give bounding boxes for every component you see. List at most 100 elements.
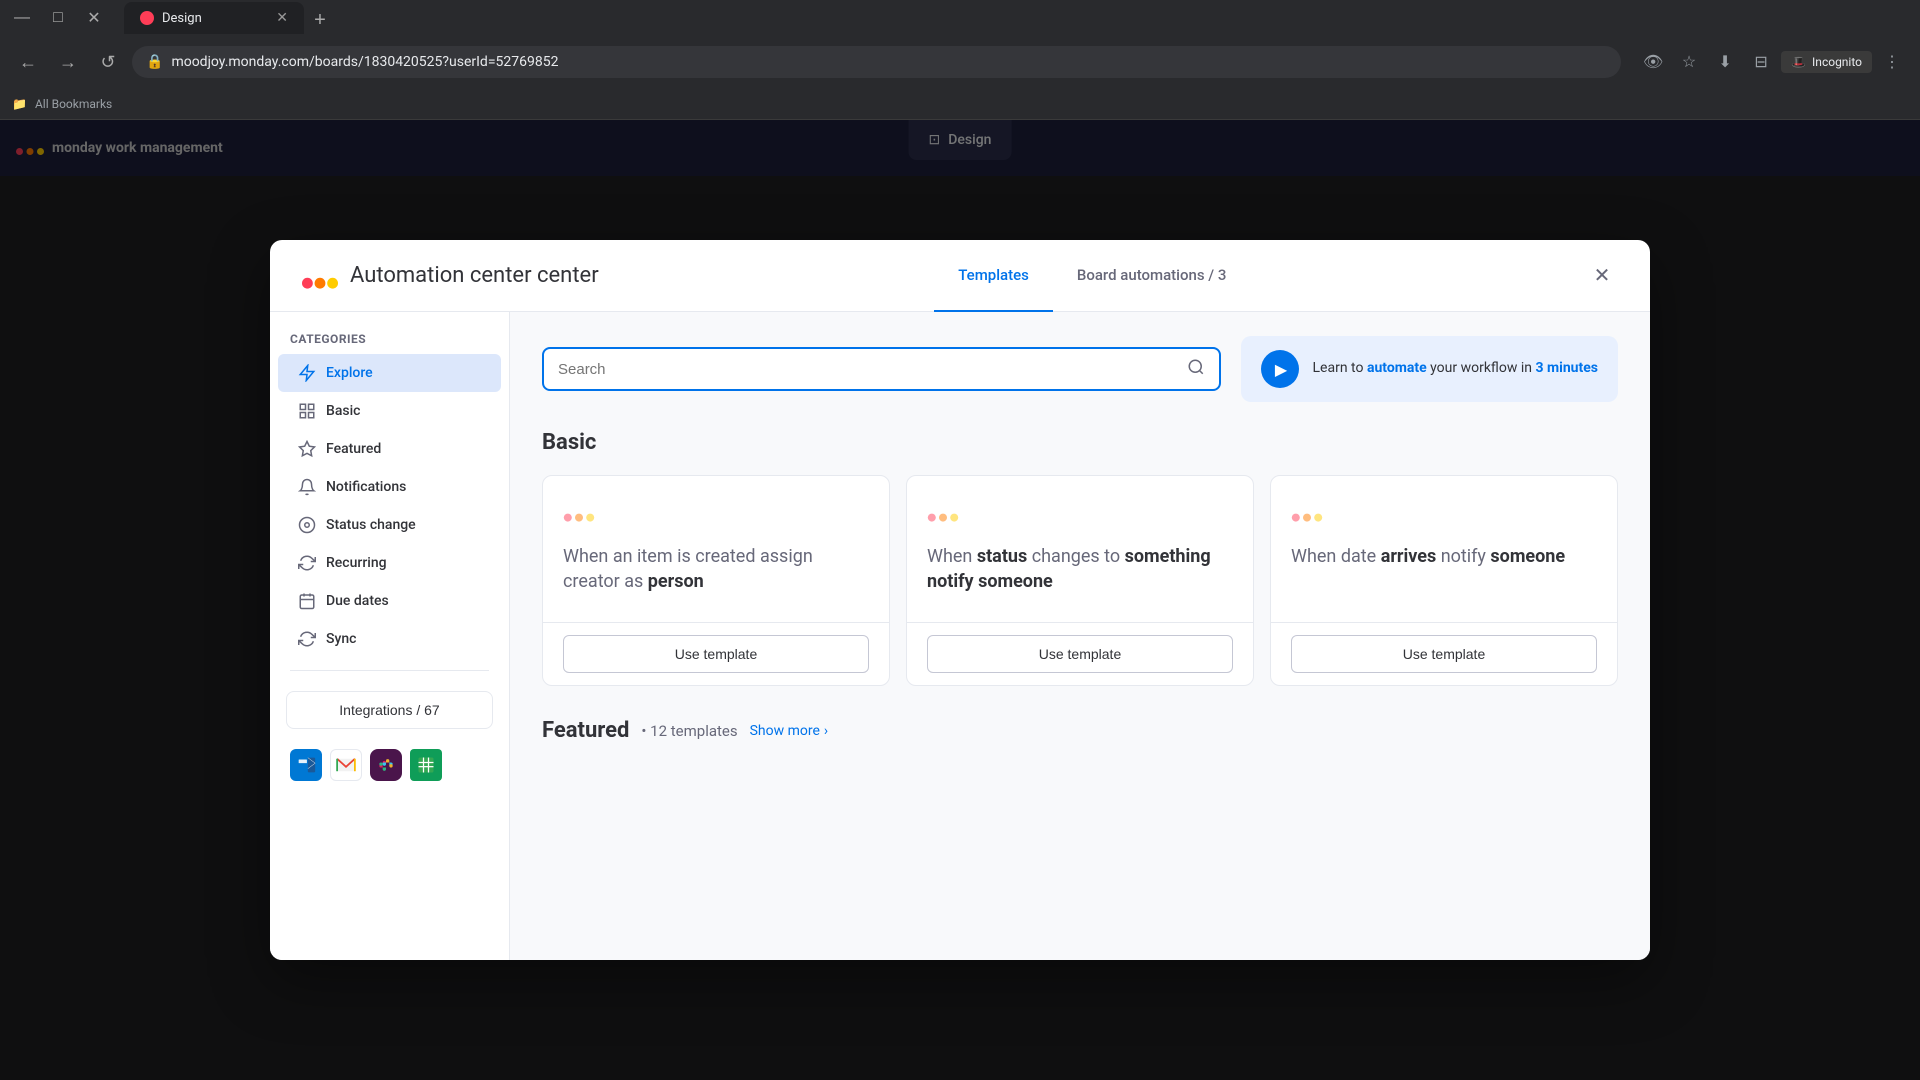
play-button[interactable]: ▶ <box>1261 350 1299 388</box>
basic-icon <box>298 402 316 420</box>
back-button[interactable]: ← <box>12 46 44 78</box>
card-logo-1 <box>563 496 595 528</box>
sidebar-item-basic[interactable]: Basic <box>278 392 501 430</box>
sidebar: Categories Explore <box>270 312 510 960</box>
bookmarks-label: All Bookmarks <box>35 97 112 111</box>
sidebar-item-sync[interactable]: Sync <box>278 620 501 658</box>
modal-overlay: Automation center center Templates Board… <box>0 120 1920 1080</box>
menu-icon[interactable]: ⋮ <box>1876 46 1908 78</box>
cards-grid-basic: When an item is created assign creator a… <box>542 475 1618 686</box>
sidebar-item-due-dates[interactable]: Due dates <box>278 582 501 620</box>
url-text: moodjoy.monday.com/boards/1830420525?use… <box>171 54 558 70</box>
featured-icon <box>298 440 316 458</box>
slack-icon[interactable] <box>370 749 402 781</box>
card-logo-2 <box>927 496 959 528</box>
play-icon: ▶ <box>1275 360 1287 379</box>
tab-favicon <box>140 11 154 25</box>
gmail-icon[interactable] <box>330 749 362 781</box>
incognito-label: Incognito <box>1812 55 1862 69</box>
card-footer-3: Use template <box>1271 622 1617 685</box>
sidebar-item-explore[interactable]: Explore <box>278 354 501 392</box>
use-template-button-1[interactable]: Use template <box>563 635 869 673</box>
browser-actions: 👁 ☆ ⬇ ⊟ 🎩 Incognito ⋮ <box>1637 46 1908 78</box>
address-bar: ← → ↺ 🔒 moodjoy.monday.com/boards/183042… <box>0 36 1920 88</box>
forward-button[interactable]: → <box>52 46 84 78</box>
bookmarks-folder-icon: 📁 <box>12 97 27 111</box>
page-area: monday work management ⊡ Design <box>0 120 1920 1080</box>
show-more-link[interactable]: Show more › <box>750 723 829 739</box>
recurring-icon <box>298 554 316 572</box>
bookmarks-bar: 📁 All Bookmarks <box>0 88 1920 120</box>
card-footer-1: Use template <box>543 622 889 685</box>
sidebar-item-explore-label: Explore <box>326 365 373 381</box>
split-screen-icon[interactable]: ⊟ <box>1745 46 1777 78</box>
accessibility-icon[interactable]: 👁 <box>1637 46 1669 78</box>
template-card-3: When date arrives notify someone Use tem… <box>1270 475 1618 686</box>
basic-section-title: Basic <box>542 430 1618 455</box>
browser-titlebar: — □ ✕ Design ✕ + <box>0 0 1920 36</box>
video-banner-text: Learn to automate your workflow in 3 min… <box>1313 359 1598 379</box>
modal-logo-area: Automation center center <box>302 258 599 294</box>
close-button[interactable]: ✕ <box>80 4 108 32</box>
minimize-button[interactable]: — <box>8 4 36 32</box>
modal-title: Automation center center <box>350 263 599 288</box>
tab-close-icon[interactable]: ✕ <box>276 10 288 26</box>
sidebar-item-notifications-label: Notifications <box>326 479 406 495</box>
modal-body: Categories Explore <box>270 312 1650 960</box>
use-template-button-3[interactable]: Use template <box>1291 635 1597 673</box>
explore-icon <box>298 364 316 382</box>
search-input[interactable] <box>558 361 1177 378</box>
sidebar-item-recurring-label: Recurring <box>326 555 387 571</box>
sidebar-item-sync-label: Sync <box>326 631 356 647</box>
sidebar-item-status-change-label: Status change <box>326 517 416 533</box>
search-box[interactable] <box>542 347 1221 391</box>
card-text-3: When date arrives notify someone <box>1291 544 1597 569</box>
status-change-icon <box>298 516 316 534</box>
card-footer-2: Use template <box>907 622 1253 685</box>
url-bar[interactable]: 🔒 moodjoy.monday.com/boards/1830420525?u… <box>132 46 1621 78</box>
main-content: ▶ Learn to automate your workflow in 3 m… <box>510 312 1650 960</box>
sidebar-item-featured[interactable]: Featured <box>278 430 501 468</box>
tab-title: Design <box>162 11 202 26</box>
browser-window: — □ ✕ Design ✕ + ← → ↺ 🔒 moodjoy.monday.… <box>0 0 1920 1080</box>
featured-section-header: Featured • 12 templates Show more › <box>542 718 1618 743</box>
tab-board-automations[interactable]: Board automations / 3 <box>1053 240 1251 312</box>
card-body-3: When date arrives notify someone <box>1271 476 1617 622</box>
modal-header: Automation center center Templates Board… <box>270 240 1650 312</box>
card-text-2: When status changes to something notify … <box>927 544 1233 594</box>
star-icon[interactable]: ☆ <box>1673 46 1705 78</box>
modal-close-button[interactable]: ✕ <box>1586 260 1618 292</box>
due-dates-icon <box>298 592 316 610</box>
sidebar-item-featured-label: Featured <box>326 441 381 457</box>
use-template-button-2[interactable]: Use template <box>927 635 1233 673</box>
modal-tabs: Templates Board automations / 3 <box>631 240 1554 312</box>
sidebar-item-recurring[interactable]: Recurring <box>278 544 501 582</box>
sidebar-divider <box>290 670 489 671</box>
integrations-button[interactable]: Integrations / 67 <box>286 691 493 729</box>
incognito-hat-icon: 🎩 <box>1791 55 1806 69</box>
new-tab-button[interactable]: + <box>306 6 334 34</box>
tab-templates[interactable]: Templates <box>934 240 1053 312</box>
template-card-2: When status changes to something notify … <box>906 475 1254 686</box>
video-banner: ▶ Learn to automate your workflow in 3 m… <box>1241 336 1618 402</box>
maximize-button[interactable]: □ <box>44 4 72 32</box>
card-body-2: When status changes to something notify … <box>907 476 1253 622</box>
sidebar-item-status-change[interactable]: Status change <box>278 506 501 544</box>
google-sheets-icon[interactable] <box>410 749 442 781</box>
card-text-1: When an item is created assign creator a… <box>563 544 869 594</box>
sidebar-item-due-dates-label: Due dates <box>326 593 389 609</box>
active-tab[interactable]: Design ✕ <box>124 2 304 34</box>
reload-button[interactable]: ↺ <box>92 46 124 78</box>
modal-logo-icon <box>302 258 338 294</box>
outlook-icon[interactable] <box>290 749 322 781</box>
search-icon <box>1187 358 1205 381</box>
sidebar-item-basic-label: Basic <box>326 403 360 419</box>
featured-count: • 12 templates <box>641 722 737 740</box>
card-body-1: When an item is created assign creator a… <box>543 476 889 622</box>
lock-icon: 🔒 <box>146 54 163 70</box>
card-logo-3 <box>1291 496 1323 528</box>
featured-section-title: Featured <box>542 718 629 743</box>
sidebar-item-notifications[interactable]: Notifications <box>278 468 501 506</box>
notifications-icon <box>298 478 316 496</box>
download-icon[interactable]: ⬇ <box>1709 46 1741 78</box>
